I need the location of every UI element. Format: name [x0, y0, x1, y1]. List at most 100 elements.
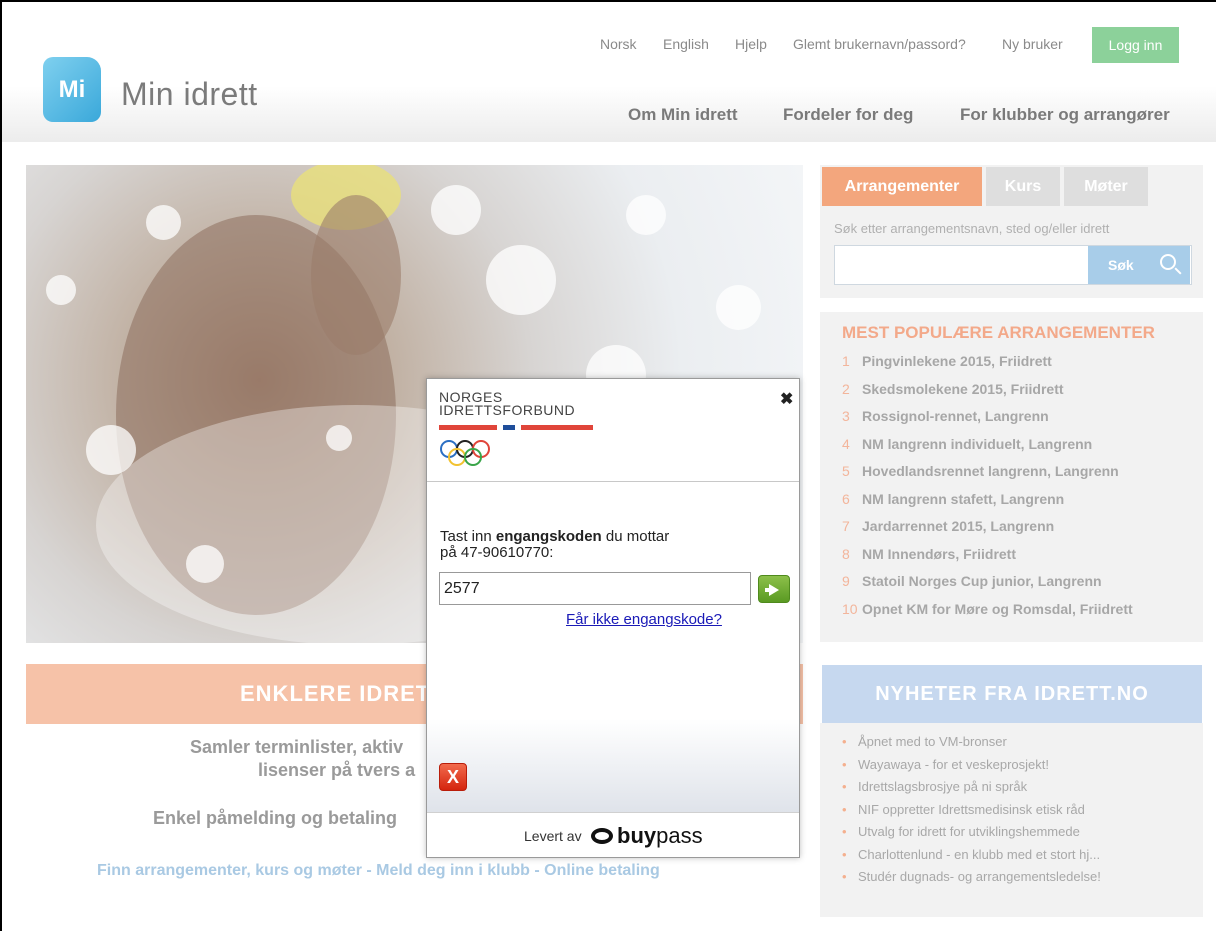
intro-line-2: lisenser på tvers a: [258, 760, 416, 780]
news-item-title[interactable]: Åpnet med to VM-bronser: [858, 734, 1007, 749]
popular-event-item[interactable]: 9 Statoil Norges Cup junior, Langrenn: [842, 573, 1102, 589]
bullet-icon: •: [842, 846, 847, 862]
lang-english-link[interactable]: English: [663, 36, 709, 52]
intro-line-3: Enkel påmelding og betaling: [153, 808, 398, 828]
footer-divider: [427, 812, 799, 813]
news-item-title[interactable]: Utvalg for idrett for utviklingshemmede: [858, 824, 1080, 839]
popular-event-title[interactable]: NM langrenn stafett, Langrenn: [862, 491, 1064, 507]
no-code-link[interactable]: Får ikke engangskode?: [566, 611, 722, 628]
buypass-logo: buypass: [591, 823, 703, 849]
popular-event-item[interactable]: 8 NM Innendørs, Friidrett: [842, 546, 1016, 562]
nav-clubs[interactable]: For klubber og arrangører: [960, 105, 1170, 125]
code-prompt-post: du mottar: [601, 528, 670, 545]
popular-event-rank: 8: [842, 545, 850, 562]
news-heading: NYHETER FRA IDRETT.NO: [822, 665, 1202, 723]
popular-event-title[interactable]: NM Innendørs, Friidrett: [862, 546, 1016, 562]
code-prompt: Tast inn engangskoden du mottar på 47-90…: [440, 529, 669, 561]
dialog-footer-gradient: [427, 719, 799, 812]
promo-banner-title: ENKLERE IDRET: [240, 681, 431, 706]
popular-event-title[interactable]: Skedsmolekene 2015, Friidrett: [862, 381, 1064, 397]
news-heading-text: NYHETER FRA IDRETT.NO: [875, 682, 1149, 705]
news-item-title[interactable]: Charlottenlund - en klubb med et stort h…: [858, 847, 1100, 862]
popular-event-title[interactable]: Opnet KM for Møre og Romsdal, Friidrett: [862, 601, 1133, 617]
popular-event-rank: 6: [842, 490, 850, 507]
news-item-title[interactable]: Idrettslagsbrosjye på ni språk: [858, 779, 1027, 794]
popular-event-item[interactable]: 5 Hovedlandsrennet langrenn, Langrenn: [842, 463, 1119, 479]
new-user-link[interactable]: Ny bruker: [1002, 36, 1063, 52]
forgot-credentials-link[interactable]: Glemt brukernavn/passord?: [793, 36, 966, 52]
nav-benefits[interactable]: Fordeler for deg: [783, 105, 913, 125]
popular-event-rank: 2: [842, 380, 850, 397]
news-item[interactable]: • NIF oppretter Idrettsmedisinsk etisk rå…: [842, 802, 1085, 817]
help-link[interactable]: Hjelp: [735, 36, 767, 52]
popular-event-rank: 4: [842, 435, 850, 452]
bullet-icon: •: [842, 801, 847, 817]
news-item-title[interactable]: Wayawaya - for et veskeprosjekt!: [858, 757, 1049, 772]
popular-event-rank: 7: [842, 518, 850, 534]
popular-event-item[interactable]: 10 Opnet KM for Møre og Romsdal, Friidret…: [842, 601, 1133, 617]
popular-event-title[interactable]: Pingvinlekene 2015, Friidrett: [862, 353, 1052, 369]
news-item[interactable]: • Åpnet med to VM-bronser: [842, 734, 1007, 749]
login-button[interactable]: Logg inn: [1092, 27, 1179, 63]
bullet-icon: •: [842, 734, 847, 749]
news-panel: [820, 723, 1203, 917]
popular-event-item[interactable]: 7 Jardarrennet 2015, Langrenn: [842, 518, 1054, 534]
logo-text[interactable]: Min idrett: [121, 76, 258, 113]
popular-event-item[interactable]: 3 Rossignol-rennet, Langrenn: [842, 408, 1049, 424]
cancel-icon[interactable]: X: [439, 763, 467, 791]
news-item[interactable]: • Wayawaya - for et veskeprosjekt!: [842, 757, 1049, 772]
buypass-pass: pass: [656, 823, 703, 848]
popular-event-rank: 5: [842, 463, 850, 479]
code-prompt-bold: engangskoden: [495, 528, 602, 545]
delivered-by-label: Levert av: [524, 828, 582, 844]
nif-logo-text: NORGES IDRETTSFORBUND: [439, 390, 576, 418]
popular-event-rank: 1: [842, 353, 850, 369]
popular-event-rank: 10: [842, 600, 858, 617]
news-item-title[interactable]: NIF oppretter Idrettsmedisinsk etisk råd: [858, 802, 1085, 817]
close-icon[interactable]: ✖: [780, 389, 793, 409]
popular-event-title[interactable]: Jardarrennet 2015, Langrenn: [862, 518, 1054, 534]
logo-badge[interactable]: Mi: [43, 57, 101, 122]
tab-kurs[interactable]: Kurs: [986, 167, 1060, 206]
search-button-label: Søk: [1108, 257, 1134, 273]
bullet-icon: •: [842, 756, 847, 772]
tab-moter[interactable]: Møter: [1064, 167, 1148, 206]
news-item[interactable]: • Studér dugnads- og arrangementsledelse!: [842, 869, 1101, 884]
lang-norsk-link[interactable]: Norsk: [600, 36, 637, 52]
popular-event-item[interactable]: 2 Skedsmolekene 2015, Friidrett: [842, 381, 1064, 397]
code-prompt-pre: Tast inn: [440, 528, 496, 545]
tab-arrangementer[interactable]: Arrangementer: [822, 167, 982, 206]
news-item-title[interactable]: Studér dugnads- og arrangementsledelse!: [858, 869, 1101, 884]
one-time-code-dialog: NORGES IDRETTSFORBUND ✖ Tast inn engangs…: [426, 378, 800, 858]
bullet-icon: •: [842, 869, 847, 884]
nav-about[interactable]: Om Min idrett: [628, 105, 738, 125]
search-icon: [1160, 254, 1176, 270]
popular-event-title[interactable]: Statoil Norges Cup junior, Langrenn: [862, 573, 1102, 589]
dialog-divider: [427, 481, 799, 482]
popular-event-title[interactable]: NM langrenn individuelt, Langrenn: [862, 436, 1092, 452]
popular-event-rank: 9: [842, 573, 850, 589]
code-prompt-phone: på 47-90610770:: [440, 544, 554, 561]
intro-line-1: Samler terminlister, aktiv: [190, 737, 404, 757]
popular-event-title[interactable]: Hovedlandsrennet langrenn, Langrenn: [862, 463, 1119, 479]
news-item[interactable]: • Charlottenlund - en klubb med et stort …: [842, 847, 1100, 862]
bullet-icon: •: [842, 779, 847, 794]
popular-event-item[interactable]: 1 Pingvinlekene 2015, Friidrett: [842, 353, 1052, 369]
submit-arrow-icon[interactable]: [758, 575, 790, 603]
search-button[interactable]: Søk: [1088, 246, 1190, 284]
popular-event-rank: 3: [842, 408, 850, 424]
feature-links[interactable]: Finn arrangementer, kurs og møter - Meld…: [97, 862, 660, 880]
buypass-buy: buy: [617, 823, 657, 848]
news-item[interactable]: • Idrettslagsbrosjye på ni språk: [842, 779, 1027, 794]
one-time-code-input[interactable]: [439, 572, 751, 605]
bullet-icon: •: [842, 824, 847, 839]
nif-flag-stripe: [439, 425, 593, 430]
popular-event-item[interactable]: 6 NM langrenn stafett, Langrenn: [842, 491, 1064, 507]
popular-event-title[interactable]: Rossignol-rennet, Langrenn: [862, 408, 1049, 424]
nif-name-line-2: IDRETTSFORBUND: [439, 402, 576, 418]
popular-event-item[interactable]: 4 NM langrenn individuelt, Langrenn: [842, 436, 1092, 452]
site-header: Mi Min idrett Norsk English Hjelp Glemt …: [2, 2, 1216, 142]
olympic-rings-icon: [440, 440, 490, 466]
news-item[interactable]: • Utvalg for idrett for utviklingshemmede: [842, 824, 1080, 839]
popular-events-title: MEST POPULÆRE ARRANGEMENTER: [842, 323, 1155, 342]
